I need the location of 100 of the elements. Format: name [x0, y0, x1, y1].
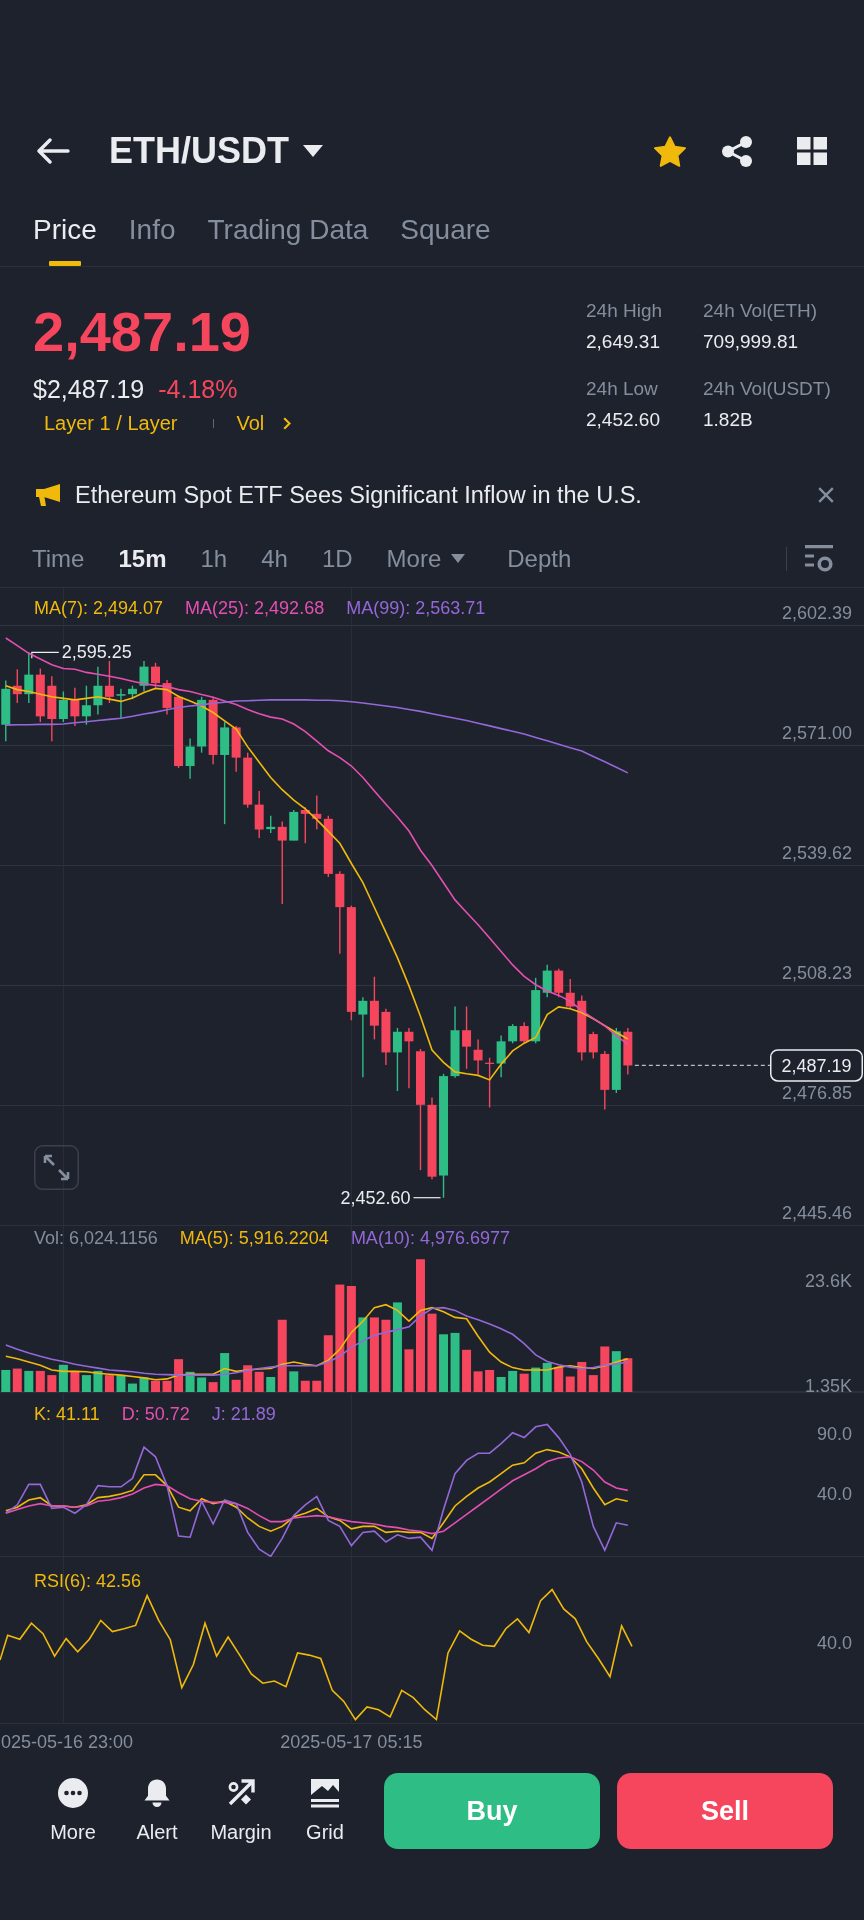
candle [243, 751, 253, 809]
stat-label: 24h High [586, 299, 664, 323]
legend-label: MA(25): 2,492.68 [185, 597, 325, 619]
legend-label: K: 41.11 [34, 1403, 100, 1425]
grid-button[interactable]: Grid [290, 1778, 360, 1844]
megaphone-icon [36, 484, 60, 506]
candle [508, 1023, 518, 1044]
back-icon[interactable] [36, 138, 70, 164]
stat-label: 24h Vol(ETH) [703, 299, 819, 323]
stat-value: 1.82B [703, 408, 754, 432]
time-label: 025-05-16 23:00 [1, 1732, 134, 1752]
price-axis-label: 2,539.62 [781, 843, 852, 863]
interval-tab[interactable]: 1D [321, 543, 353, 574]
candle [151, 662, 160, 689]
price-axis-label: 2,571.00 [781, 723, 852, 743]
candle [93, 665, 103, 716]
last-price: 2,487.19 [33, 300, 252, 364]
interval-dropdown[interactable]: More [386, 543, 466, 574]
interval-tab[interactable]: 4h [261, 543, 288, 574]
candle [197, 696, 207, 754]
bell-icon [143, 1778, 171, 1808]
candle [369, 976, 379, 1041]
legend-label: D: 50.72 [121, 1403, 190, 1425]
alert-button[interactable]: Alert [122, 1778, 192, 1844]
settings-icon[interactable] [805, 545, 833, 572]
volume-axis-label: 23.6K [804, 1271, 852, 1292]
candle [496, 1034, 506, 1078]
candle [104, 660, 114, 704]
candle [611, 1027, 621, 1094]
grid-icon[interactable] [797, 137, 827, 165]
volume-link[interactable]: Vol [236, 411, 292, 435]
star-icon[interactable] [654, 135, 686, 167]
percent-arrow-icon [226, 1778, 256, 1808]
interval-tab[interactable]: 15m [118, 543, 167, 574]
price-change: -4.18% [158, 374, 238, 404]
price-axis-label: 2,476.85 [781, 1083, 852, 1103]
candle [485, 1057, 495, 1109]
chevron-icon [283, 416, 292, 430]
caret-icon[interactable] [303, 145, 323, 157]
price-axis-label: 2,602.39 [781, 603, 852, 623]
kdj-axis-label: 90.0 [816, 1424, 852, 1444]
share-icon[interactable] [722, 135, 752, 167]
candle [600, 1050, 610, 1111]
stat-label: 24h Low [586, 377, 659, 401]
view-tab[interactable]: Depth [507, 543, 572, 574]
legend-label: MA(7): 2,494.07 [34, 597, 164, 619]
tab[interactable]: Square [400, 200, 491, 266]
candle [623, 1027, 633, 1076]
expand-icon[interactable] [34, 1145, 79, 1190]
interval-tab[interactable]: Time [32, 543, 85, 574]
margin-button[interactable]: Margin [206, 1778, 276, 1844]
stat-value: 2,649.31 [586, 330, 661, 354]
kdj-axis-label: 40.0 [816, 1484, 852, 1504]
zigzag-icon [310, 1778, 340, 1808]
more-button[interactable]: More [38, 1778, 108, 1844]
candle [392, 1027, 402, 1092]
legend-label: MA(10): 4,976.6977 [350, 1227, 510, 1249]
candle [300, 806, 310, 844]
legend-label: MA(5): 5,916.2204 [179, 1227, 329, 1249]
time-label: 2025-05-17 05:15 [280, 1732, 423, 1752]
leader-line [412, 1197, 442, 1199]
candle [139, 660, 149, 693]
price-axis-label: 2,445.46 [781, 1203, 852, 1223]
sell-button[interactable]: Sell [617, 1773, 833, 1849]
leader-line [31, 651, 60, 659]
rsi-axis-label: 40.0 [816, 1633, 852, 1653]
legend-label: Vol: 6,024.1156 [34, 1227, 158, 1249]
tab[interactable]: Trading Data [207, 200, 369, 266]
candle [35, 667, 45, 723]
legend-label: J: 21.89 [211, 1403, 276, 1425]
caret-icon [451, 554, 466, 563]
interval-tab[interactable]: 1h [200, 543, 228, 574]
legend-label: RSI(6): 42.56 [34, 1570, 142, 1592]
candle [70, 686, 80, 727]
news-headline[interactable]: Ethereum Spot ETF Sees Significant Inflow in the U.S. [75, 480, 818, 510]
low-price-label: 2,452.60 [340, 1187, 411, 1208]
candle [81, 685, 91, 726]
candle [381, 1008, 391, 1066]
stat-value: 2,452.60 [586, 408, 661, 432]
pair-title[interactable]: ETH/USDT [109, 130, 289, 172]
buy-button[interactable]: Buy [384, 1773, 600, 1849]
candle [128, 685, 137, 700]
fiat-price: $2,487.19 [33, 374, 145, 404]
candle [404, 1027, 414, 1090]
tab[interactable]: Info [128, 200, 176, 266]
legend-label: MA(99): 2,563.71 [346, 597, 486, 619]
tab[interactable]: Price [33, 200, 97, 266]
candle [254, 790, 264, 839]
candle [519, 1021, 529, 1044]
volume-axis-label: 1.35K [804, 1375, 852, 1392]
high-price-label: 2,595.25 [61, 642, 132, 663]
candle [208, 696, 218, 765]
category-link[interactable]: Layer 1 / Layer [44, 411, 178, 435]
candle [565, 978, 575, 1010]
stat-label: 24h Vol(USDT) [703, 377, 832, 401]
close-icon[interactable] [818, 487, 834, 503]
candle [116, 688, 126, 720]
candle [554, 967, 564, 999]
more-icon [58, 1778, 88, 1808]
candle [289, 809, 299, 842]
